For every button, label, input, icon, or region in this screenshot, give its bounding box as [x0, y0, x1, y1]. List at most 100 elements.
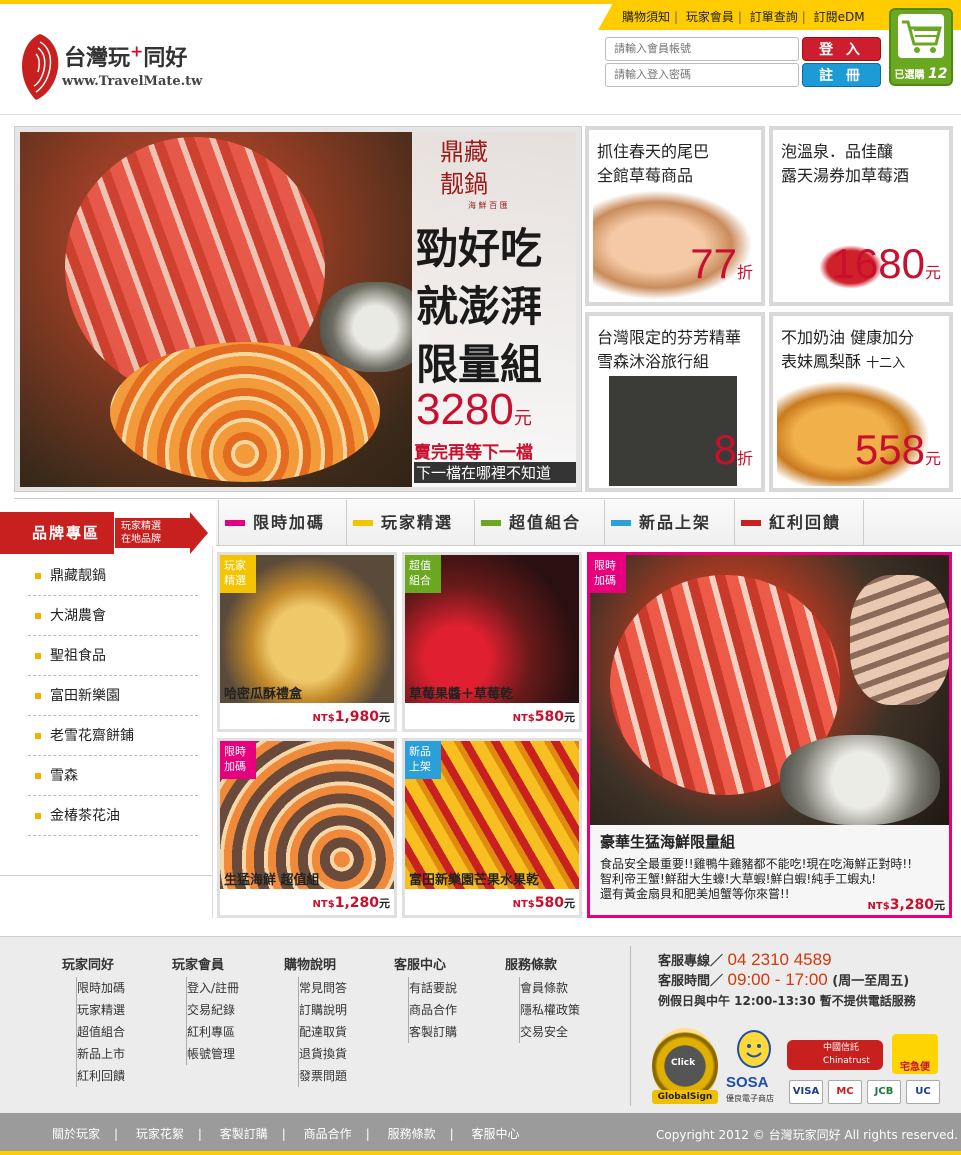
tab-player-picks[interactable]: 玩家精選 — [346, 500, 474, 546]
footer-divider — [630, 946, 631, 1106]
footer-link[interactable]: 會員條款 — [520, 977, 580, 999]
product-price: NT$1,980元 — [312, 709, 390, 725]
sidebar-item-brand[interactable]: 富田新樂園 — [28, 676, 198, 716]
footer-link[interactable]: 限時加碼 — [77, 977, 125, 999]
promo-text: 不加奶油 健康加分 表妹鳳梨酥 十二入 — [781, 328, 915, 371]
account-input[interactable] — [605, 37, 799, 61]
link-terms[interactable]: 服務條款 — [388, 1127, 436, 1141]
footer-link[interactable]: 有話要說 — [409, 977, 457, 999]
link-edm[interactable]: 訂閱eDM — [810, 10, 869, 24]
black-cat-delivery-logo[interactable]: 宅急便 — [892, 1034, 938, 1074]
promo-text: 泡溫泉．品佳釀 露天湯券加草莓酒 — [781, 142, 910, 185]
product-card[interactable]: 超值 組合 草莓果醬＋草莓乾 NT$580元 — [402, 552, 582, 732]
password-input[interactable] — [605, 63, 799, 87]
footer-link-list: 常見問答 訂購說明 配達取貨 退貨換貨 發票問題 — [298, 977, 347, 1087]
footer-link[interactable]: 帳號管理 — [187, 1043, 239, 1065]
copyright: Copyright 2012 © 台灣玩家同好 All rights reser… — [656, 1128, 958, 1142]
sidebar-item-brand[interactable]: 大湖農會 — [28, 596, 198, 636]
footer-link[interactable]: 客製訂購 — [409, 1021, 457, 1043]
sidebar-item-brand[interactable]: 老雪花齋餅鋪 — [28, 716, 198, 756]
chinatrust-logo[interactable]: 中國信託 Chinatrust — [787, 1040, 883, 1070]
logo-thumbprint-icon[interactable] — [18, 32, 62, 102]
footer-link[interactable]: 新品上市 — [77, 1043, 125, 1065]
globalsign-badge[interactable]: GlobalSign — [652, 1090, 718, 1104]
bullet-icon — [35, 693, 41, 699]
sosa-logo[interactable]: SOSA — [726, 1074, 769, 1091]
cart-count: 12 — [928, 66, 948, 82]
bottom-accent-bar — [0, 1151, 961, 1155]
product-tag: 限時 加碼 — [590, 555, 626, 593]
link-highlights[interactable]: 玩家花絮 — [136, 1127, 184, 1141]
product-card[interactable]: 新品 上架 富田新樂園芒果水果乾 NT$580元 — [402, 738, 582, 918]
product-card[interactable]: 玩家 精選 哈密瓜酥禮盒 NT$1,980元 — [217, 552, 397, 732]
product-tag: 玩家 精選 — [220, 555, 256, 593]
link-partnership[interactable]: 商品合作 — [304, 1127, 352, 1141]
link-custom-order[interactable]: 客製訂購 — [220, 1127, 268, 1141]
product-name: 草莓果醬＋草莓乾 — [409, 687, 514, 702]
promo-tile-olsen[interactable]: 台灣限定的芬芳精華 雪森沐浴旅行組 8折 — [585, 312, 765, 492]
link-about[interactable]: 關於玩家 — [52, 1127, 100, 1141]
sidebar-item-brand[interactable]: 聖祖食品 — [28, 636, 198, 676]
featured-product-card[interactable]: 限時 加碼 豪華生猛海鮮限量組 食品安全最重要!!雞鴨牛雞豬都不能吃!現在吃海鮮正… — [587, 552, 952, 918]
footer-link[interactable]: 超值組合 — [77, 1021, 125, 1043]
product-name: 生猛海鮮 超值組 — [224, 873, 320, 888]
footer-link[interactable]: 配達取貨 — [299, 1021, 347, 1043]
hero-price: 3280元 — [416, 385, 532, 434]
footer-link[interactable]: 常見問答 — [299, 977, 347, 999]
footer-link[interactable]: 隱私權政策 — [520, 999, 580, 1021]
service-hours: 客服時間／ 09:00 - 17:00 (周一至周五) — [658, 970, 910, 989]
featured-price: NT$3,280元 — [867, 897, 945, 913]
shopping-cart-icon — [898, 14, 944, 58]
visa-card-icon: VISA — [789, 1080, 823, 1104]
top-accent-bar — [0, 0, 961, 4]
footer-link[interactable]: 交易紀錄 — [187, 999, 239, 1021]
sidebar-item-brand[interactable]: 鼎藏靓鍋 — [28, 556, 198, 596]
footer-link[interactable]: 交易安全 — [520, 1021, 580, 1043]
register-button[interactable]: 註 冊 — [802, 63, 881, 87]
sosa-subtitle: 優良電子商店 — [726, 1094, 774, 1103]
footer-link[interactable]: 玩家精選 — [77, 999, 125, 1021]
sidebar-item-brand[interactable]: 雪森 — [28, 756, 198, 796]
footer-link[interactable]: 退貨換貨 — [299, 1043, 347, 1065]
cart-button[interactable]: 已選購 12 — [889, 8, 953, 86]
header-divider — [0, 114, 961, 115]
promo-tile-strawberry[interactable]: 抓住春天的尾巴 全館草莓商品 77折 — [585, 126, 765, 306]
sidebar-item-brand[interactable]: 金椿茶花油 — [28, 796, 198, 836]
footer-link[interactable]: 商品合作 — [409, 999, 457, 1021]
top-links: 購物須知 | 玩家會員 | 訂單查詢 | 訂閱eDM — [618, 8, 869, 25]
bullet-icon — [35, 613, 41, 619]
logo-title[interactable]: 台灣玩+同好 — [64, 40, 187, 72]
footer-link[interactable]: 登入/註冊 — [187, 977, 239, 999]
link-service-center[interactable]: 客服中心 — [471, 1127, 519, 1141]
tab-bonus-rewards[interactable]: 紅利回饋 — [734, 500, 864, 546]
product-tag: 超值 組合 — [405, 555, 441, 593]
link-order-query[interactable]: 訂單查詢 — [746, 10, 802, 24]
product-card[interactable]: 限時 加碼 生猛海鮮 超值組 NT$1,280元 — [217, 738, 397, 918]
footer-link-list: 登入/註冊 交易紀錄 紅利專區 帳號管理 — [186, 977, 239, 1065]
product-price: NT$1,280元 — [312, 895, 390, 911]
footer-column: 玩家同好 限時加碼 玩家精選 超值組合 新品上市 紅利回饋 — [62, 954, 125, 1087]
promo-text: 抓住春天的尾巴 全館草莓商品 — [597, 142, 710, 185]
link-member[interactable]: 玩家會員 — [682, 10, 738, 24]
promo-tile-pineapple[interactable]: 不加奶油 健康加分 表妹鳳梨酥 十二入 558元 — [769, 312, 953, 492]
footer-link[interactable]: 訂購說明 — [299, 999, 347, 1021]
footer-link-list: 會員條款 隱私權政策 交易安全 — [519, 977, 580, 1043]
footer-link[interactable]: 紅利回饋 — [77, 1065, 125, 1087]
tab-value-combo[interactable]: 超值組合 — [474, 500, 604, 546]
footer-link-list: 限時加碼 玩家精選 超值組合 新品上市 紅利回饋 — [76, 977, 125, 1087]
bullet-icon — [35, 573, 41, 579]
promo-text: 台灣限定的芬芳精華 雪森沐浴旅行組 — [597, 328, 742, 371]
footer-column-title: 服務條款 — [505, 958, 558, 973]
promo-tile-hotspring[interactable]: 泡溫泉．品佳釀 露天湯券加草莓酒 1680元 — [769, 126, 953, 306]
footer-link[interactable]: 發票問題 — [299, 1065, 347, 1087]
footer-column-title: 玩家會員 — [172, 958, 225, 973]
tab-new-arrivals[interactable]: 新品上架 — [604, 500, 734, 546]
product-price: NT$580元 — [512, 895, 575, 911]
bullet-icon — [35, 773, 41, 779]
footer-link[interactable]: 紅利專區 — [187, 1021, 239, 1043]
tab-limited-offer[interactable]: 限時加碼 — [218, 500, 346, 546]
login-button[interactable]: 登 入 — [802, 37, 881, 61]
pink-swatch-icon — [225, 520, 245, 526]
link-shopping-guide[interactable]: 購物須知 — [618, 10, 674, 24]
sidebar-divider — [212, 546, 213, 918]
